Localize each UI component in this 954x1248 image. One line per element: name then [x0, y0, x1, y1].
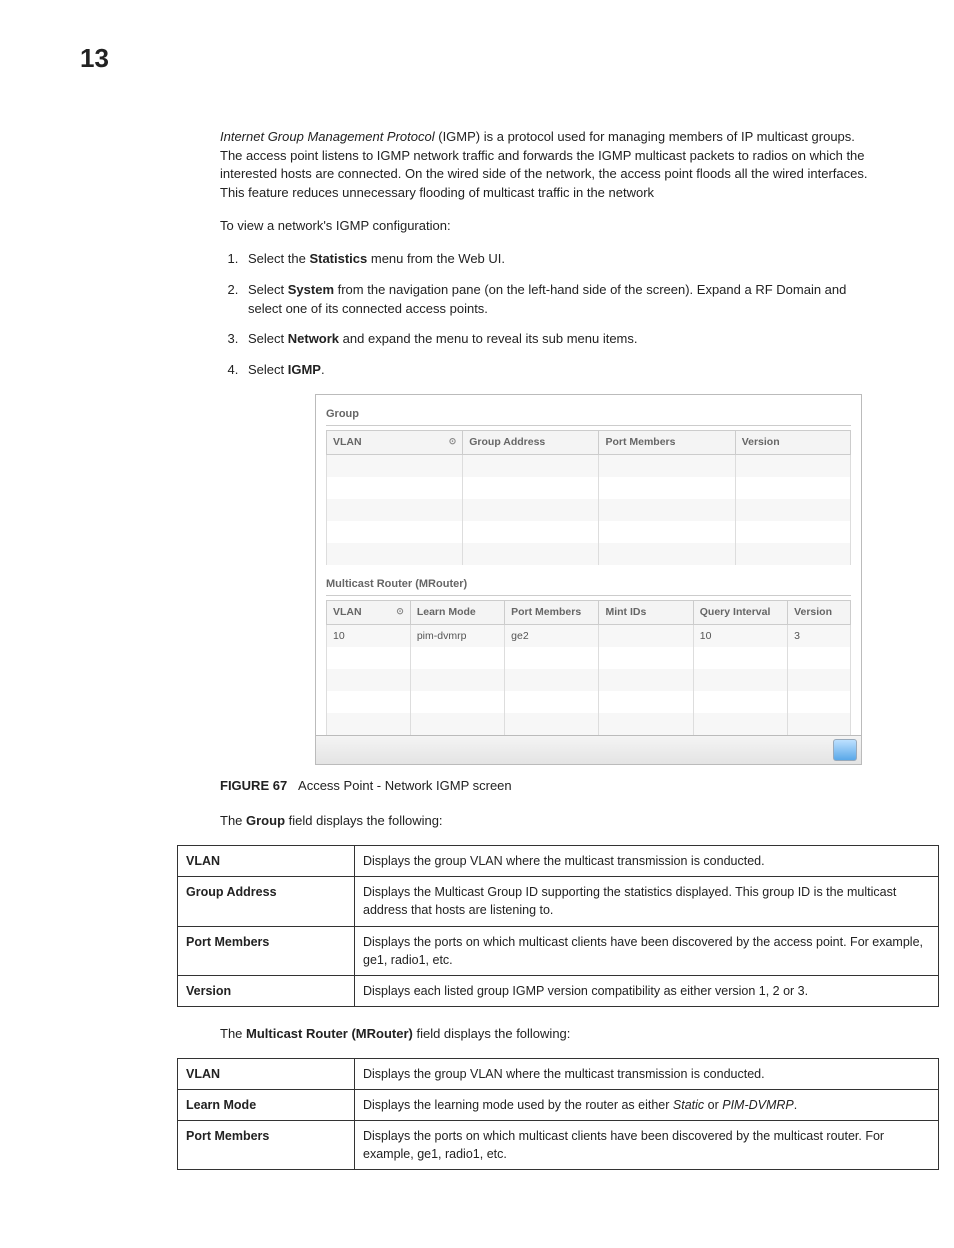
table-row — [327, 543, 851, 565]
group-col-vlan[interactable]: VLAN⊙ — [327, 431, 463, 455]
mrouter-col-vlan[interactable]: VLAN⊙ — [327, 601, 411, 625]
table-row: Learn ModeDisplays the learning mode use… — [178, 1089, 939, 1120]
mrouter-description-table: VLANDisplays the group VLAN where the mu… — [177, 1058, 939, 1171]
intro-paragraph: Internet Group Management Protocol (IGMP… — [220, 128, 874, 203]
group-grid: VLAN⊙ Group Address Port Members Version — [326, 430, 851, 565]
mrouter-col-learn[interactable]: Learn Mode — [410, 601, 504, 625]
table-row[interactable]: 10 pim-dvmrp ge2 10 3 — [327, 625, 851, 648]
mrouter-section-title: Multicast Router (MRouter) — [326, 573, 851, 596]
table-row: Group AddressDisplays the Multicast Grou… — [178, 877, 939, 926]
table-row: VLANDisplays the group VLAN where the mu… — [178, 846, 939, 877]
table-row — [327, 647, 851, 669]
table-row: VLANDisplays the group VLAN where the mu… — [178, 1058, 939, 1089]
mrouter-col-mint[interactable]: Mint IDs — [599, 601, 693, 625]
group-header-row: VLAN⊙ Group Address Port Members Version — [327, 431, 851, 455]
figure-label: FIGURE 67 — [220, 778, 287, 793]
table-row: Port MembersDisplays the ports on which … — [178, 1120, 939, 1169]
step-3: Select Network and expand the menu to re… — [242, 330, 874, 349]
table-row: Port MembersDisplays the ports on which … — [178, 926, 939, 975]
table-row — [327, 691, 851, 713]
table-row — [327, 477, 851, 499]
group-section: Group VLAN⊙ Group Address Port Members V… — [316, 395, 861, 565]
mrouter-header-row: VLAN⊙ Learn Mode Port Members Mint IDs Q… — [327, 601, 851, 625]
sort-asc-icon: ⊙ — [449, 435, 457, 448]
mrouter-col-query[interactable]: Query Interval — [693, 601, 787, 625]
group-intro: The Group field displays the following: — [220, 812, 874, 831]
to-view-line: To view a network's IGMP configuration: — [220, 217, 874, 236]
igmp-screen-panel: Group VLAN⊙ Group Address Port Members V… — [315, 394, 862, 765]
table-row — [327, 669, 851, 691]
igmp-term: Internet Group Management Protocol — [220, 129, 435, 144]
figure-caption-text: Access Point - Network IGMP screen — [298, 778, 512, 793]
body-content: Internet Group Management Protocol (IGMP… — [220, 128, 874, 831]
table-row — [327, 499, 851, 521]
table-row: VersionDisplays each listed group IGMP v… — [178, 975, 939, 1006]
mrouter-grid: VLAN⊙ Learn Mode Port Members Mint IDs Q… — [326, 600, 851, 735]
group-col-port[interactable]: Port Members — [599, 431, 735, 455]
group-section-title: Group — [326, 403, 851, 426]
mrouter-intro-wrap: The Multicast Router (MRouter) field dis… — [220, 1025, 874, 1044]
mrouter-section: Multicast Router (MRouter) VLAN⊙ Learn M… — [316, 565, 861, 735]
table-row — [327, 455, 851, 478]
mrouter-col-version[interactable]: Version — [788, 601, 851, 625]
group-col-address[interactable]: Group Address — [463, 431, 599, 455]
figure-caption: FIGURE 67 Access Point - Network IGMP sc… — [220, 777, 874, 796]
step-2: Select System from the navigation pane (… — [242, 281, 874, 319]
refresh-button[interactable] — [833, 739, 857, 761]
mrouter-intro: The Multicast Router (MRouter) field dis… — [220, 1025, 874, 1044]
table-row — [327, 521, 851, 543]
sort-asc-icon: ⊙ — [396, 605, 404, 618]
step-1: Select the Statistics menu from the Web … — [242, 250, 874, 269]
group-description-table: VLANDisplays the group VLAN where the mu… — [177, 845, 939, 1007]
figure-screenshot: Group VLAN⊙ Group Address Port Members V… — [315, 394, 874, 765]
group-col-version[interactable]: Version — [735, 431, 850, 455]
steps-list: Select the Statistics menu from the Web … — [220, 250, 874, 380]
step-4: Select IGMP. — [242, 361, 874, 380]
panel-footer — [316, 735, 861, 764]
mrouter-col-port[interactable]: Port Members — [505, 601, 599, 625]
page-number: 13 — [80, 40, 874, 78]
table-row — [327, 713, 851, 735]
